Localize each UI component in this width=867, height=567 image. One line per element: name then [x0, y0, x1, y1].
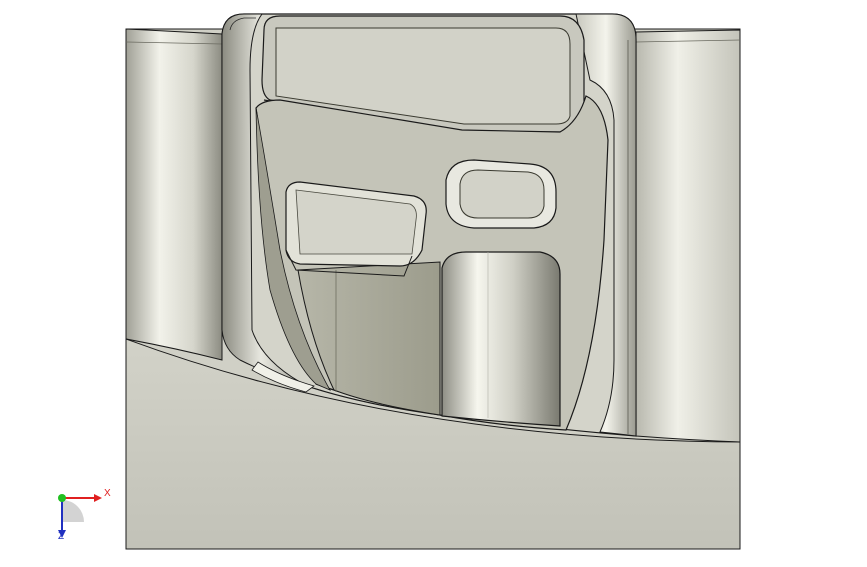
- z-axis-label: Z: [58, 531, 65, 542]
- y-axis-dot: [58, 494, 66, 502]
- cad-model-graphic: [125, 13, 741, 550]
- cad-model-viewport[interactable]: [0, 0, 867, 562]
- x-axis-label: X: [104, 488, 111, 499]
